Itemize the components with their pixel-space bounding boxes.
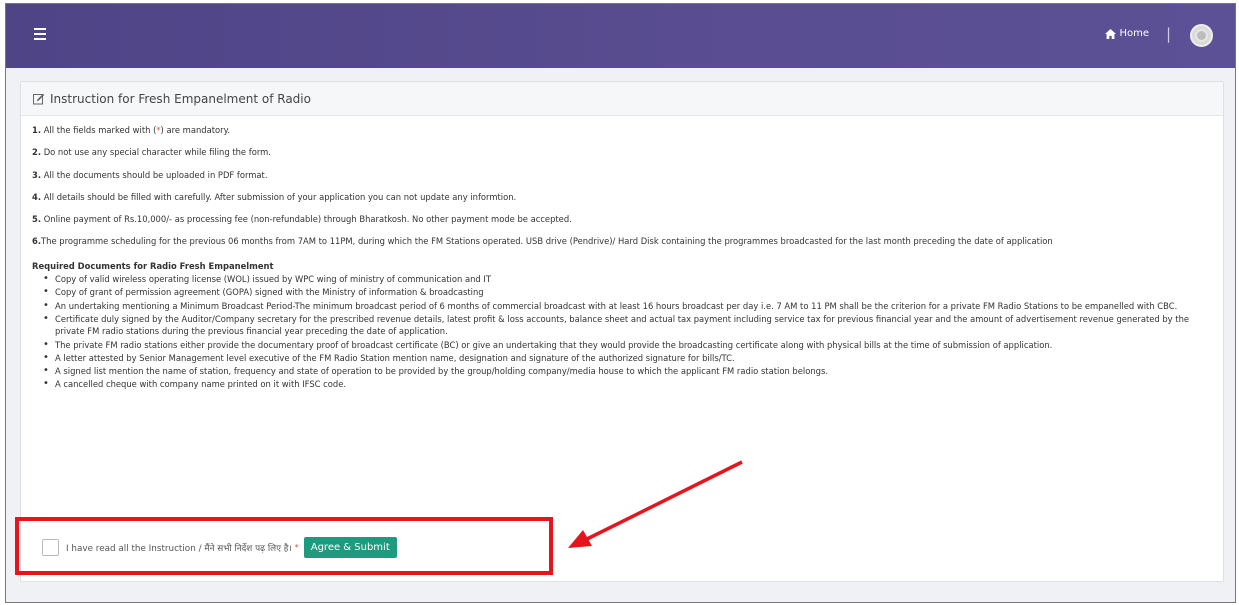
instruction-item: 3. All the documents should be uploaded … — [32, 169, 268, 180]
list-item: Certificate duly signed by the Auditor/C… — [43, 313, 1213, 338]
app-window: Home | Instruction for Fresh Empanelment… — [5, 3, 1236, 603]
gear-icon — [1197, 31, 1206, 40]
docs-title: Required Documents for Radio Fresh Empan… — [32, 260, 274, 271]
navbar-divider: | — [1165, 25, 1171, 43]
list-item: An undertaking mentioning a Minimum Broa… — [43, 300, 1213, 313]
panel-body: 1. All the fields marked with (*) are ma… — [21, 116, 1223, 391]
list-item: A cancelled cheque with company name pri… — [43, 378, 1213, 391]
panel-title: Instruction for Fresh Empanelment of Rad… — [50, 91, 311, 106]
panel-heading: Instruction for Fresh Empanelment of Rad… — [21, 82, 1223, 116]
list-item: Copy of valid wireless operating license… — [43, 273, 1213, 286]
list-item: A letter attested by Senior Management l… — [43, 352, 1213, 365]
top-navbar: Home | — [6, 4, 1235, 68]
docs-list: Copy of valid wireless operating license… — [32, 273, 1213, 391]
menu-icon[interactable] — [34, 28, 46, 40]
instruction-item: 4. All details should be filled with car… — [32, 191, 517, 202]
highlight-annotation — [15, 517, 553, 575]
instruction-item: 5. Online payment of Rs.10,000/- as proc… — [32, 214, 572, 225]
instruction-item: 1. All the fields marked with (*) are ma… — [32, 125, 231, 135]
home-label: Home — [1119, 28, 1149, 39]
instruction-item: 2. Do not use any special character whil… — [32, 147, 271, 158]
instruction-panel: Instruction for Fresh Empanelment of Rad… — [20, 81, 1224, 582]
home-link[interactable]: Home — [1105, 28, 1149, 39]
edit-icon — [33, 93, 45, 104]
list-item: Copy of grant of permission agreement (G… — [43, 286, 1213, 299]
list-item: A signed list mention the name of statio… — [43, 365, 1213, 378]
instruction-item: 6.The programme scheduling for the previ… — [32, 236, 1053, 247]
home-icon — [1105, 28, 1117, 39]
list-item: The private FM radio stations either pro… — [43, 339, 1213, 352]
user-avatar[interactable] — [1190, 24, 1213, 47]
